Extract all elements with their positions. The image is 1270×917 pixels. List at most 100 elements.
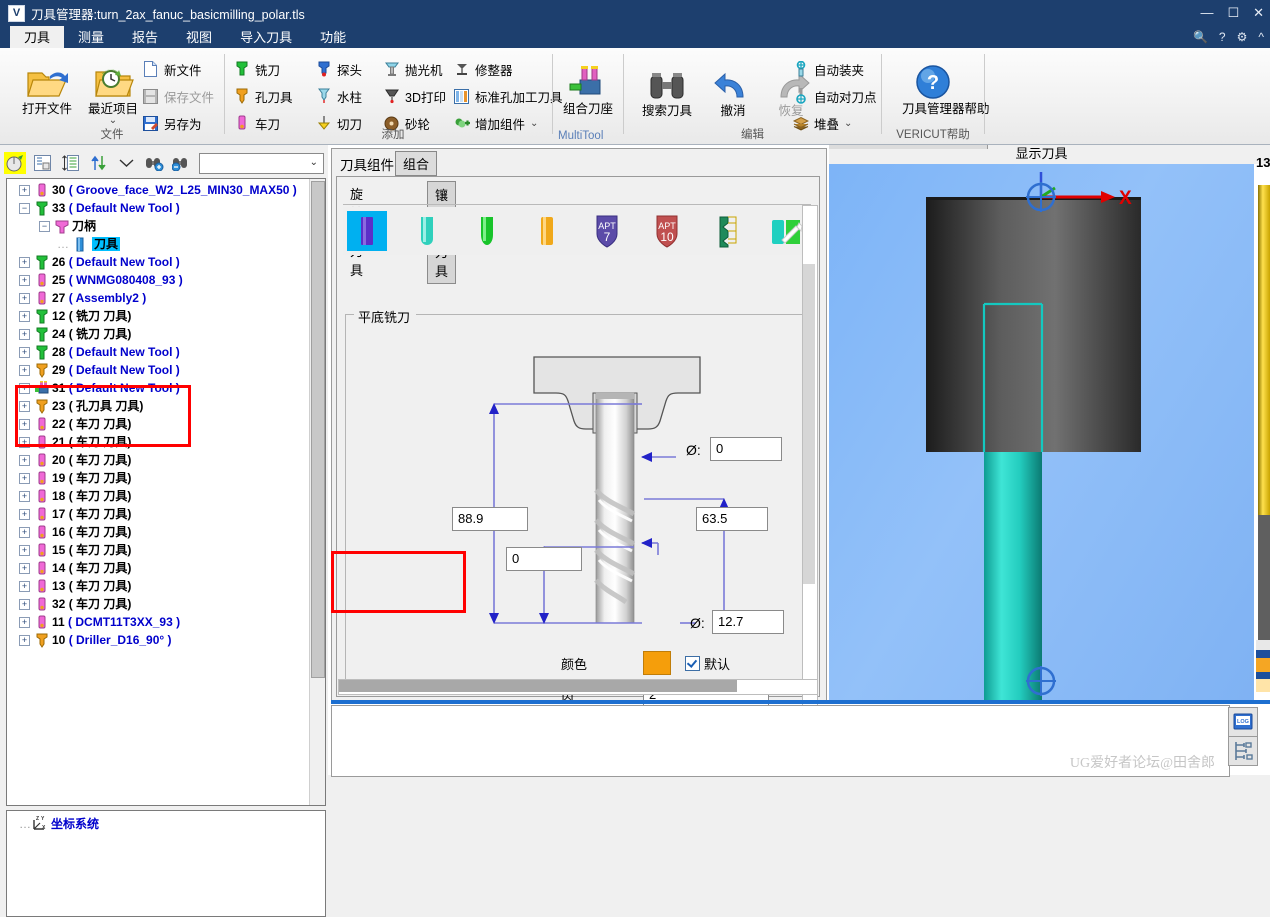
cutter-diameter-field[interactable]: 12.7 [712, 610, 784, 634]
tree-scroll-thumb[interactable] [311, 181, 325, 678]
gear-icon[interactable]: ⚙ [1237, 30, 1248, 44]
add-probe-button[interactable]: 探头 [315, 58, 362, 80]
tree-node[interactable]: +13 ( 车刀 刀具) [7, 577, 309, 595]
menu-function[interactable]: 功能 [306, 26, 360, 48]
tree-expander-icon[interactable]: + [19, 437, 30, 448]
find-blue-icon[interactable] [171, 152, 193, 174]
tree-node[interactable]: +16 ( 车刀 刀具) [7, 523, 309, 541]
tree-expander-icon[interactable]: + [19, 293, 30, 304]
tree-expander-icon[interactable]: + [19, 581, 30, 592]
save-file-button[interactable]: 保存文件 [142, 85, 214, 107]
tree-expander-icon[interactable]: + [19, 545, 30, 556]
auto-clamp-button[interactable]: 自动装夹 [792, 58, 864, 80]
add-3dprint-button[interactable]: 3D打印 [383, 85, 446, 107]
list-rows-icon[interactable] [60, 152, 82, 174]
bull-nose-mill-icon[interactable] [467, 211, 507, 251]
tree-expander-icon[interactable]: − [19, 203, 30, 214]
find-add-icon[interactable] [143, 152, 165, 174]
tree-node[interactable]: +14 ( 车刀 刀具) [7, 559, 309, 577]
tree-node[interactable]: +15 ( 车刀 刀具) [7, 541, 309, 559]
tree-node[interactable]: +24 ( 铣刀 刀具) [7, 325, 309, 343]
tree-node[interactable]: … 刀具 [7, 235, 309, 253]
add-dresser-button[interactable]: 修整器 [453, 58, 513, 80]
maximize-icon[interactable]: ☐ [1227, 0, 1239, 26]
tree-expander-icon[interactable]: + [19, 455, 30, 466]
flute-length-field[interactable]: 63.5 [696, 507, 768, 531]
add-mill-tool-button[interactable]: 铣刀 [233, 58, 280, 80]
recent-projects-button[interactable]: 最近项目 ⌄ [82, 56, 144, 126]
tree-expander-icon[interactable]: + [19, 635, 30, 646]
taper-mill-icon[interactable] [527, 211, 567, 251]
tree-node[interactable]: +26 ( Default New Tool ) [7, 253, 309, 271]
tree-node[interactable]: +30 ( Groove_face_W2_L25_MIN30_MAX50 ) [7, 181, 309, 199]
tree-node[interactable]: +12 ( 铣刀 刀具) [7, 307, 309, 325]
tool-tree[interactable]: +30 ( Groove_face_W2_L25_MIN30_MAX50 ) −3… [6, 178, 326, 806]
tool-tree-button[interactable] [1228, 736, 1258, 766]
add-standard-hole-tool-button[interactable]: 标准孔加工刀具 [453, 85, 563, 107]
apt7-icon[interactable]: APT 7 [587, 211, 627, 251]
tree-node[interactable]: +10 ( Driller_D16_90° ) [7, 631, 309, 649]
tree-node[interactable]: +19 ( 车刀 刀具) [7, 469, 309, 487]
tree-node[interactable]: +20 ( 车刀 刀具) [7, 451, 309, 469]
tree-node[interactable]: +25 ( WNMG080408_93 ) [7, 271, 309, 289]
menu-import-tool[interactable]: 导入刀具 [226, 26, 306, 48]
tree-expander-icon[interactable]: + [19, 563, 30, 574]
search-icon[interactable]: 🔍 [1193, 30, 1208, 44]
menu-view[interactable]: 视图 [172, 26, 226, 48]
tree-node[interactable]: +32 ( 车刀 刀具) [7, 595, 309, 613]
flat-end-mill-icon[interactable] [347, 211, 387, 251]
search-tool-button[interactable]: 搜索刀具 [636, 58, 698, 118]
tree-expander-icon[interactable]: + [19, 509, 30, 520]
tree-expander-icon[interactable]: + [19, 527, 30, 538]
panel-horizontal-scrollbar[interactable] [338, 679, 818, 695]
tree-filter-combo[interactable]: ⌄ [198, 152, 325, 174]
minimize-icon[interactable]: — [1200, 0, 1213, 26]
tree-expander-icon[interactable]: − [39, 221, 50, 232]
tree-node[interactable]: +31 ( Default New Tool ) [7, 379, 309, 397]
tree-expander-icon[interactable]: + [19, 347, 30, 358]
tree-expander-icon[interactable]: + [19, 617, 30, 628]
tab-combine[interactable]: 组合 [395, 151, 438, 176]
tree-expander-icon[interactable]: + [19, 365, 30, 376]
checkbox-icon[interactable] [685, 655, 700, 671]
collapse-ribbon-icon[interactable]: ^ [1258, 30, 1264, 44]
tree-vertical-scrollbar[interactable] [309, 179, 325, 805]
mouse-select-icon[interactable] [4, 152, 26, 174]
tree-node[interactable]: +23 ( 孔刀具 刀具) [7, 397, 309, 415]
panel-vscroll-thumb[interactable] [803, 264, 815, 584]
open-file-button[interactable]: 打开文件 [16, 56, 78, 116]
tree-node-coordinate-system[interactable]: … ZYX 坐标系统 [7, 814, 325, 834]
chevron-down-icon[interactable]: ⌄ [82, 116, 144, 126]
add-waterjet-button[interactable]: 水柱 [315, 85, 362, 107]
default-color-checkbox[interactable]: 默认 [685, 654, 730, 673]
tree-expander-icon[interactable]: + [19, 491, 30, 502]
tree-node[interactable]: − 刀柄 [7, 217, 309, 235]
profile-tool-icon[interactable] [707, 211, 747, 251]
close-icon[interactable]: ✕ [1253, 0, 1264, 26]
tree-node[interactable]: +17 ( 车刀 刀具) [7, 505, 309, 523]
menu-report[interactable]: 报告 [118, 26, 172, 48]
multitool-holder-button[interactable]: 组合刀座 [557, 56, 619, 116]
tree-expander-icon[interactable]: + [19, 419, 30, 430]
undo-button[interactable]: 撤消 [702, 58, 764, 118]
help-icon[interactable]: ? [1219, 30, 1226, 44]
tree-node[interactable]: +28 ( Default New Tool ) [7, 343, 309, 361]
panel-hscroll-thumb[interactable] [339, 680, 737, 692]
tree-node[interactable]: +29 ( Default New Tool ) [7, 361, 309, 379]
new-file-button[interactable]: 新文件 [142, 58, 202, 80]
menu-measure[interactable]: 测量 [64, 26, 118, 48]
custom-tool-icon[interactable] [767, 211, 807, 251]
tool-3d-view[interactable]: X [829, 164, 1254, 700]
tool-manager-help-button[interactable]: ? 刀具管理器帮助 [902, 56, 990, 116]
chevron-icon[interactable] [115, 152, 137, 174]
shoulder-length-field[interactable]: 0 [506, 547, 582, 571]
add-hole-tool-button[interactable]: 孔刀具 [233, 85, 293, 107]
tree-expander-icon[interactable]: + [19, 473, 30, 484]
overall-length-field[interactable]: 88.9 [452, 507, 528, 531]
apt10-icon[interactable]: APT 10 [647, 211, 687, 251]
list-detail-icon[interactable] [32, 152, 54, 174]
tree-node[interactable]: +22 ( 车刀 刀具) [7, 415, 309, 433]
tree-expander-icon[interactable]: + [19, 599, 30, 610]
top-diameter-field[interactable]: 0 [710, 437, 782, 461]
tree-expander-icon[interactable]: + [19, 275, 30, 286]
